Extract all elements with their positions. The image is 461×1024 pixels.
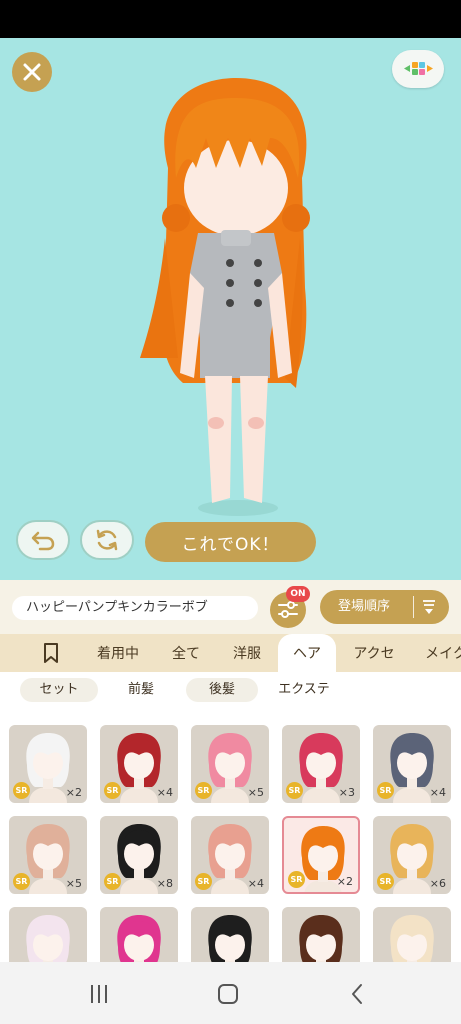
hair-subtabs: セット 前髪 後髪 エクステ [0, 672, 461, 708]
item-quantity: ×5 [247, 786, 264, 799]
tab-wearing[interactable]: 着用中 [84, 634, 152, 672]
hair-item-card[interactable]: SR ×2 [9, 725, 87, 803]
hair-item-card[interactable] [373, 907, 451, 962]
hair-item-card[interactable]: SR ×3 [282, 725, 360, 803]
rarity-badge: SR [288, 871, 305, 888]
item-quantity: ×3 [338, 786, 355, 799]
subtab-bangs[interactable]: 前髪 [108, 678, 174, 702]
hair-thumbnail [26, 915, 70, 962]
hair-thumbnail [299, 915, 343, 962]
hair-thumbnail [208, 915, 252, 962]
item-quantity: ×6 [429, 877, 446, 890]
tab-all[interactable]: 全て [158, 634, 214, 672]
rarity-badge: SR [377, 782, 394, 799]
hair-thumbnail [390, 915, 434, 962]
hair-item-card[interactable]: SR ×4 [191, 816, 269, 894]
item-quantity: ×4 [429, 786, 446, 799]
hair-item-card[interactable]: SR ×2 [282, 816, 360, 894]
rarity-badge: SR [13, 873, 30, 890]
avatar-character [140, 78, 310, 516]
rarity-badge: SR [286, 782, 303, 799]
back-icon[interactable] [346, 982, 370, 1006]
refresh-icon [96, 529, 118, 551]
rarity-badge: SR [104, 873, 121, 890]
reset-button[interactable] [80, 520, 134, 560]
hair-item-card[interactable]: SR ×8 [100, 816, 178, 894]
item-grid: SR ×2 SR ×4 SR ×5 SR ×3 SR ×4 SR ×5 SR ×8 SR ×4 SR ×2 SR ×6 [0, 708, 461, 962]
avatar-stage: これでOK！ [0, 38, 461, 580]
tab-clothes[interactable]: 洋服 [220, 634, 274, 672]
home-icon[interactable] [216, 982, 240, 1006]
status-bar [0, 0, 461, 38]
item-quantity: ×8 [156, 877, 173, 890]
bookmark-icon [44, 643, 58, 663]
hair-item-card[interactable]: SR ×5 [9, 816, 87, 894]
confirm-ok-button[interactable]: これでOK！ [145, 522, 316, 562]
rarity-badge: SR [195, 873, 212, 890]
sort-order-button[interactable]: 登場順序 [320, 590, 449, 624]
tab-bookmark[interactable] [30, 634, 72, 672]
filter-on-badge: ON [286, 586, 310, 602]
subtab-back-hair[interactable]: 後髪 [186, 678, 258, 702]
rarity-badge: SR [195, 782, 212, 799]
rarity-badge: SR [377, 873, 394, 890]
system-nav-bar [0, 962, 461, 1024]
hair-item-card[interactable] [9, 907, 87, 962]
hair-item-card[interactable] [282, 907, 360, 962]
undo-icon [31, 531, 55, 551]
recent-apps-icon[interactable] [87, 982, 111, 1006]
sort-divider [413, 596, 414, 618]
item-quantity: ×2 [336, 875, 353, 888]
sort-order-label: 登場順序 [338, 599, 391, 614]
selected-item-name: ハッピーパンプキンカラーボブ [12, 596, 258, 620]
category-tabs: 着用中 全て 洋服 ヘア アクセ メイク [0, 634, 461, 672]
rarity-badge: SR [104, 782, 121, 799]
item-quantity: ×5 [65, 877, 82, 890]
rarity-badge: SR [13, 782, 30, 799]
tab-hair[interactable]: ヘア [278, 634, 336, 672]
tab-accessories[interactable]: アクセ [342, 634, 406, 672]
sort-desc-icon [423, 600, 435, 614]
item-quantity: ×2 [65, 786, 82, 799]
sliders-icon [278, 601, 298, 618]
hair-item-card[interactable] [191, 907, 269, 962]
hair-item-card[interactable]: SR ×4 [373, 725, 451, 803]
item-quantity: ×4 [156, 786, 173, 799]
undo-button[interactable] [16, 520, 70, 560]
item-filter-bar: ハッピーパンプキンカラーボブ ON 登場順序 [0, 580, 461, 634]
hair-item-card[interactable]: SR ×6 [373, 816, 451, 894]
hair-thumbnail [117, 915, 161, 962]
hair-item-card[interactable] [100, 907, 178, 962]
subtab-extensions[interactable]: エクステ [268, 678, 340, 702]
hair-item-card[interactable]: SR ×4 [100, 725, 178, 803]
tab-makeup[interactable]: メイク [414, 634, 461, 672]
hair-item-card[interactable]: SR ×5 [191, 725, 269, 803]
subtab-set[interactable]: セット [20, 678, 98, 702]
item-quantity: ×4 [247, 877, 264, 890]
